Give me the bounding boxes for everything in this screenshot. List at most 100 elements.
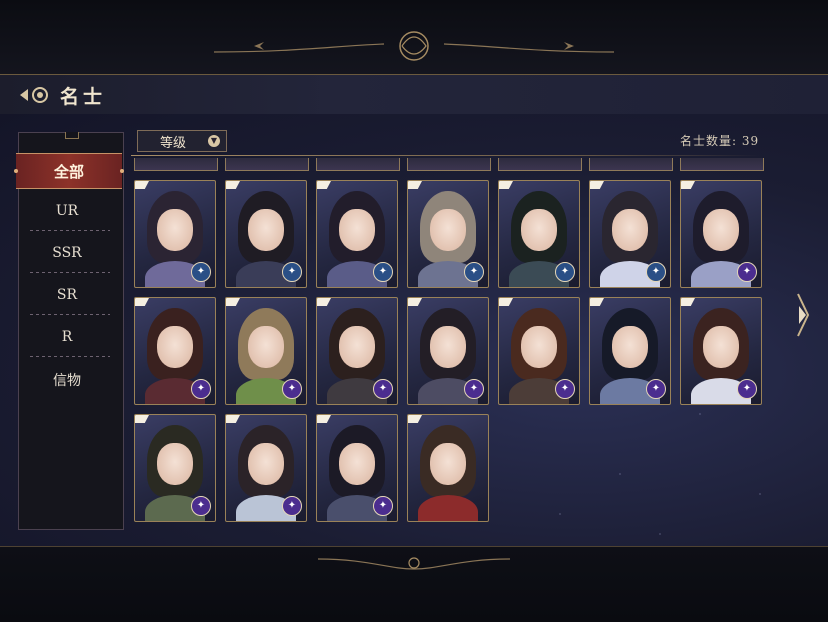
faction-badge-icon: ✦: [555, 262, 575, 282]
faction-badge-icon: ✦: [737, 262, 757, 282]
sidebar-item-label: 全部: [53, 162, 84, 181]
partial-card: [498, 158, 582, 171]
portrait-face: [248, 209, 284, 251]
bottom-decor-band: [0, 546, 828, 622]
hero-card[interactable]: ✦: [316, 180, 398, 288]
portrait-face: [430, 443, 466, 485]
portrait-face: [339, 443, 375, 485]
partial-card: [589, 158, 673, 171]
sidebar-item-r[interactable]: R: [18, 317, 116, 357]
partial-card: [680, 158, 764, 171]
sidebar-item-label: SSR: [52, 245, 82, 261]
portrait-body: [418, 495, 478, 521]
faction-badge-icon: ✦: [282, 262, 302, 282]
portrait-face: [248, 326, 284, 368]
card-corner-tab: [499, 181, 513, 189]
portrait-face: [521, 326, 557, 368]
hero-card[interactable]: ✦: [134, 180, 216, 288]
hero-card[interactable]: ✦: [680, 297, 762, 405]
top-decor-band: [0, 0, 828, 74]
hero-card[interactable]: ✦: [498, 180, 580, 288]
portrait-face: [521, 209, 557, 251]
partial-card: [134, 158, 218, 171]
portrait-face: [248, 443, 284, 485]
portrait-face: [430, 209, 466, 251]
card-corner-tab: [590, 181, 604, 189]
sidebar-item-all[interactable]: 全部: [14, 153, 124, 189]
card-corner-tab: [135, 181, 149, 189]
sidebar-item-label: SR: [56, 287, 78, 303]
portrait-face: [339, 326, 375, 368]
portrait-face: [157, 326, 193, 368]
portrait-face: [157, 209, 193, 251]
hero-card[interactable]: ✦: [316, 414, 398, 522]
faction-badge-icon: ✦: [373, 379, 393, 399]
sidebar-item-label: R: [61, 329, 73, 345]
dot-icon: [14, 169, 18, 173]
faction-badge-icon: ✦: [646, 262, 666, 282]
portrait-face: [703, 209, 739, 251]
card-corner-tab: [226, 415, 240, 423]
card-corner-tab: [226, 298, 240, 306]
hero-card[interactable]: ✦: [498, 297, 580, 405]
card-corner-tab: [317, 181, 331, 189]
card-corner-tab: [681, 181, 695, 189]
toolbar-divider: [131, 155, 761, 156]
partial-card: [225, 158, 309, 171]
faction-badge-icon: ✦: [282, 496, 302, 516]
card-corner-tab: [681, 298, 695, 306]
faction-badge-icon: ✦: [464, 262, 484, 282]
page-title: 名士: [60, 86, 107, 108]
card-corner-tab: [499, 298, 513, 306]
card-corner-tab: [317, 415, 331, 423]
hero-card[interactable]: ✦: [225, 297, 307, 405]
faction-badge-icon: ✦: [737, 379, 757, 399]
faction-badge-icon: ✦: [555, 379, 575, 399]
card-corner-tab: [408, 415, 422, 423]
scroll-right-arrow-icon[interactable]: [796, 292, 810, 338]
sidebar-divider: [30, 230, 110, 231]
dot-icon: [120, 169, 124, 173]
card-corner-tab: [226, 181, 240, 189]
card-corner-tab: [408, 181, 422, 189]
hero-card[interactable]: ✦: [316, 297, 398, 405]
partial-card: [407, 158, 491, 171]
faction-badge-icon: ✦: [373, 262, 393, 282]
partial-card: [316, 158, 400, 171]
portrait-face: [703, 326, 739, 368]
sidebar-item-label: 信物: [53, 373, 81, 389]
sidebar-item-ssr[interactable]: SSR: [18, 233, 116, 273]
portrait-face: [157, 443, 193, 485]
hero-card[interactable]: ✦: [225, 180, 307, 288]
faction-badge-icon: ✦: [646, 379, 666, 399]
hero-card[interactable]: [407, 414, 489, 522]
hero-card[interactable]: ✦: [407, 297, 489, 405]
card-corner-tab: [135, 415, 149, 423]
header-bar: 名士: [0, 74, 828, 116]
faction-badge-icon: ✦: [373, 496, 393, 516]
hero-card[interactable]: ✦: [225, 414, 307, 522]
hero-card[interactable]: ✦: [134, 297, 216, 405]
sidebar-item-keepsake[interactable]: 信物: [18, 360, 116, 400]
sort-dropdown[interactable]: 等级 ▼: [137, 130, 227, 152]
bottom-ornament-icon: [318, 557, 510, 570]
sidebar-divider: [30, 314, 110, 315]
hero-card[interactable]: ✦: [589, 297, 671, 405]
portrait-face: [612, 326, 648, 368]
card-corner-tab: [408, 298, 422, 306]
sort-label: 等级: [160, 135, 187, 151]
top-ornament-icon: [214, 31, 614, 61]
hero-card[interactable]: ✦: [407, 180, 489, 288]
faction-badge-icon: ✦: [191, 379, 211, 399]
hero-card[interactable]: ✦: [134, 414, 216, 522]
sidebar-item-ur[interactable]: UR: [18, 191, 116, 231]
hero-card[interactable]: ✦: [589, 180, 671, 288]
sidebar-item-sr[interactable]: SR: [18, 275, 116, 315]
faction-badge-icon: ✦: [191, 262, 211, 282]
sidebar-notch: [65, 132, 79, 139]
portrait-face: [612, 209, 648, 251]
sidebar-divider: [30, 356, 110, 357]
hero-card[interactable]: ✦: [680, 180, 762, 288]
portrait-face: [339, 209, 375, 251]
chevron-down-icon: ▼: [208, 135, 220, 147]
